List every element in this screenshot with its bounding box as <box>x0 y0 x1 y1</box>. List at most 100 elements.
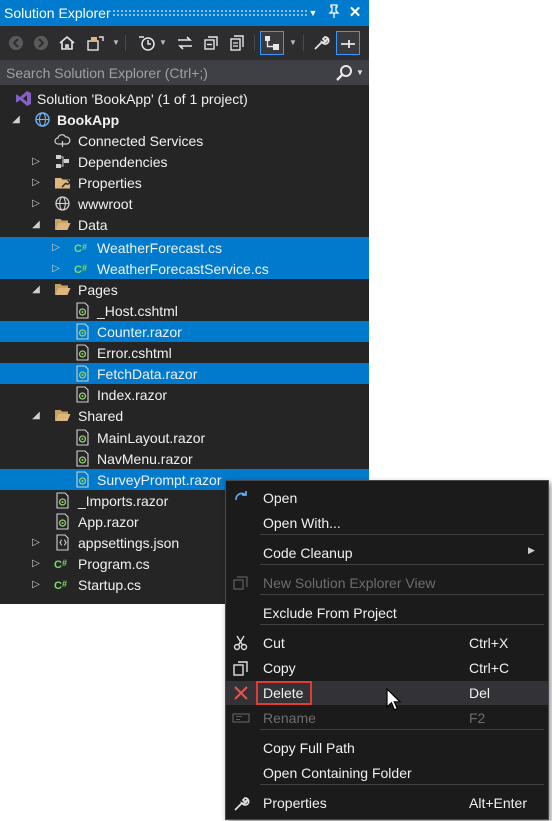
collapse-all-icon[interactable] <box>200 32 222 54</box>
delete-icon <box>232 684 250 702</box>
collapsed-arrow-icon[interactable]: ▷ <box>49 258 63 279</box>
solution-node[interactable]: Solution 'BookApp' (1 of 1 project) <box>0 88 369 109</box>
search-input[interactable] <box>0 61 326 85</box>
collapsed-arrow-icon[interactable]: ▷ <box>29 553 43 574</box>
razor-file-icon <box>74 344 91 361</box>
properties-folder-icon <box>54 174 71 191</box>
svg-text:#: # <box>82 263 87 273</box>
menu-item-shortcut: Ctrl+X <box>469 635 509 651</box>
pin-preview-icon[interactable] <box>336 31 360 55</box>
menu-item-label: Open Containing Folder <box>263 765 412 781</box>
svg-text:C: C <box>54 580 62 592</box>
menu-item-copy-full-path[interactable]: Copy Full Path <box>226 736 548 760</box>
razor-file-icon <box>74 450 91 467</box>
razor-file-icon <box>74 365 91 382</box>
tree-item[interactable]: Error.cshtml <box>0 342 369 363</box>
auto-hide-pin-icon[interactable] <box>326 4 342 22</box>
collapsed-arrow-icon[interactable]: ▷ <box>29 172 43 193</box>
menu-item-shortcut: Alt+Enter <box>469 795 527 811</box>
sync-icon[interactable] <box>174 32 196 54</box>
tree-item-label: Connected Services <box>78 133 204 149</box>
tree-item-label: WeatherForecast.cs <box>97 240 223 256</box>
pending-changes-icon[interactable] <box>136 32 158 54</box>
tree-item[interactable]: Index.razor <box>0 384 369 405</box>
menu-item-cut[interactable]: Cut Ctrl+X <box>226 631 548 655</box>
menu-item-open-with[interactable]: Open With... <box>226 511 548 535</box>
home-icon[interactable] <box>56 32 78 54</box>
window-options-dropdown-icon[interactable]: ▼ <box>305 4 321 22</box>
menu-item-exclude-from-project[interactable]: Exclude From Project <box>226 601 548 625</box>
expanded-arrow-icon[interactable]: ◢ <box>9 109 23 130</box>
menu-item-open[interactable]: Open <box>226 486 548 510</box>
menu-item-label: Code Cleanup <box>263 545 353 561</box>
collapsed-arrow-icon[interactable]: ▷ <box>29 193 43 214</box>
preview-dropdown-icon[interactable]: ▼ <box>289 32 297 54</box>
tree-item[interactable]: Counter.razor <box>0 321 369 342</box>
expanded-arrow-icon[interactable]: ◢ <box>29 214 43 235</box>
menu-item-shortcut: Ctrl+C <box>469 660 510 676</box>
collapsed-arrow-icon[interactable]: ▷ <box>29 574 43 595</box>
tree-item[interactable]: ▷ wwwroot <box>0 193 369 214</box>
expanded-arrow-icon[interactable]: ◢ <box>29 405 43 426</box>
window-title: Solution Explorer <box>4 5 111 21</box>
menu-item-shortcut: F2 <box>469 710 486 726</box>
tree-item[interactable]: NavMenu.razor <box>0 448 369 469</box>
project-node[interactable]: ◢ BookApp <box>0 109 369 130</box>
tree-item[interactable]: ▷ C # WeatherForecastService.cs <box>0 258 369 279</box>
menu-item-label: New Solution Explorer View <box>263 575 436 591</box>
tree-item[interactable]: ▷ Properties <box>0 172 369 193</box>
tree-item[interactable]: FetchData.razor <box>0 363 369 384</box>
context-menu: Open Open With... Code Cleanup ▶ New Solutio… <box>225 480 549 820</box>
collapsed-arrow-icon[interactable]: ▷ <box>29 151 43 172</box>
open-icon <box>232 489 250 507</box>
tree-item-label: appsettings.json <box>78 535 180 551</box>
tree-item[interactable]: ◢ Pages <box>0 279 369 300</box>
menu-item-open-containing-folder[interactable]: Open Containing Folder <box>226 761 548 785</box>
web-project-icon <box>34 111 51 128</box>
title-bar[interactable]: Solution Explorer ▼ ✕ <box>0 0 369 26</box>
svg-text:#: # <box>62 579 67 589</box>
tree-item[interactable]: MainLayout.razor <box>0 427 369 448</box>
tree-item[interactable]: ◢ Data <box>0 214 369 235</box>
menu-item-new-solution-explorer-view[interactable]: New Solution Explorer View <box>226 571 548 595</box>
collapsed-arrow-icon[interactable]: ▷ <box>49 237 63 258</box>
switch-views-dropdown-icon[interactable]: ▼ <box>112 32 120 54</box>
menu-item-properties[interactable]: Properties Alt+Enter <box>226 791 548 815</box>
tree-item[interactable]: _Host.cshtml <box>0 300 369 321</box>
title-grip[interactable] <box>112 9 307 16</box>
expanded-arrow-icon[interactable]: ◢ <box>29 279 43 300</box>
collapsed-arrow-icon[interactable]: ▷ <box>29 532 43 553</box>
copy-icon <box>232 659 250 677</box>
svg-text:C: C <box>74 243 82 255</box>
csharp-file-icon: C # <box>74 239 91 256</box>
preview-selected-icon[interactable] <box>260 31 284 55</box>
menu-item-label: Properties <box>263 795 327 811</box>
tree-item[interactable]: ▷ C # WeatherForecast.cs <box>0 237 369 258</box>
tree-item-label: Shared <box>78 408 124 424</box>
close-icon[interactable]: ✕ <box>347 4 363 22</box>
back-icon[interactable] <box>5 32 27 54</box>
tree-item[interactable]: ▷ Dependencies <box>0 151 369 172</box>
tree-item-label: Index.razor <box>97 387 168 403</box>
csharp-file-icon: C # <box>54 576 71 593</box>
razor-file-icon <box>74 471 91 488</box>
properties-icon[interactable] <box>310 32 332 54</box>
switch-views-icon[interactable] <box>84 32 106 54</box>
tree-item-label: SurveyPrompt.razor <box>97 472 222 488</box>
tree-item-label: Properties <box>78 175 142 191</box>
tree-item[interactable]: ◢ Shared <box>0 405 369 426</box>
menu-item-label: Cut <box>263 635 285 651</box>
search-options-dropdown-icon[interactable]: ▼ <box>356 64 364 82</box>
menu-item-code-cleanup[interactable]: Code Cleanup ▶ <box>226 541 548 565</box>
tree-item-label: Program.cs <box>78 556 150 572</box>
tree-item[interactable]: Connected Services <box>0 130 369 151</box>
new-view-icon <box>232 574 250 592</box>
razor-file-icon <box>74 386 91 403</box>
menu-item-copy[interactable]: Copy Ctrl+C <box>226 656 548 680</box>
tree-item-label: Data <box>78 217 108 233</box>
rename-icon <box>232 709 250 727</box>
forward-icon[interactable] <box>30 32 52 54</box>
show-all-files-icon[interactable] <box>226 32 248 54</box>
pending-changes-dropdown-icon[interactable]: ▼ <box>159 32 167 54</box>
search-icon[interactable] <box>334 63 354 83</box>
